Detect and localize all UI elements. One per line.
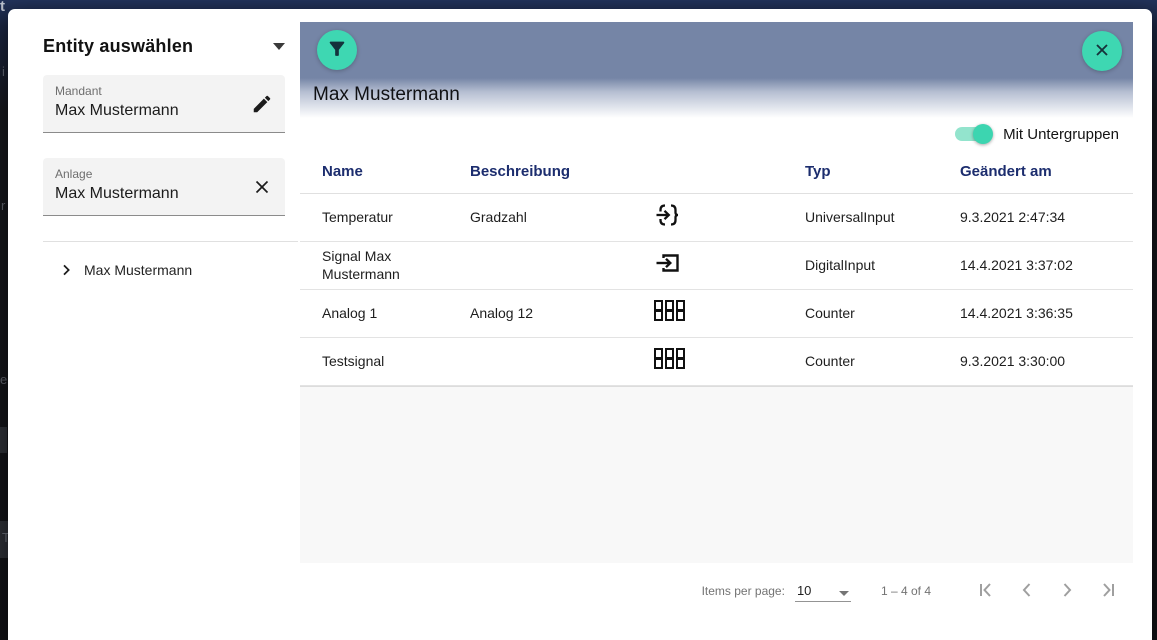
table-row-signal-max-mustermann[interactable]: Signal Max Mustermann DigitalInput 14.4.…: [300, 242, 1133, 290]
backdrop-shape: [0, 427, 7, 453]
edit-pencil-icon: [251, 95, 273, 118]
clear-x-icon: [251, 180, 273, 201]
cell-changed: 14.4.2021 3:37:02: [960, 256, 1073, 273]
cell-description: Gradzahl: [470, 208, 527, 225]
cell-description: Analog 12: [470, 304, 534, 321]
mandant-field-label: Mandant: [55, 84, 102, 98]
backdrop-text-fragment: i: [2, 64, 5, 79]
anlage-field-label: Anlage: [55, 167, 93, 181]
untergruppen-toggle-label: Mit Untergruppen: [1003, 125, 1119, 143]
mandant-field-value: Max Mustermann: [55, 102, 179, 119]
items-per-page-value: 10: [796, 583, 812, 598]
counter-888-icon: [645, 347, 805, 376]
paginator-range-label: 1 – 4 of 4: [880, 584, 931, 598]
table-row-testsignal[interactable]: Testsignal Counter 9.3.2021 3:30:00: [300, 338, 1133, 386]
clear-anlage-button[interactable]: [249, 175, 275, 201]
controls-row: Mit Untergruppen: [300, 118, 1133, 150]
input-braces-icon: [645, 200, 805, 235]
caret-down-icon: [838, 591, 849, 596]
next-page-button[interactable]: [1047, 571, 1087, 611]
cell-typ: Counter: [805, 352, 855, 369]
cell-name: Signal Max Mustermann: [322, 248, 400, 282]
input-box-icon: [645, 248, 805, 283]
table-header-row: Name Beschreibung Typ Geändert am: [300, 150, 1133, 194]
signals-panel: Max Mustermann Mit Untergruppen Name Bes…: [300, 22, 1133, 640]
backdrop-text-fragment: r: [1, 198, 6, 213]
entity-sidebar: Entity auswählen Mandant Max Mustermann …: [43, 33, 298, 282]
empty-table-area: [300, 386, 1133, 563]
first-page-button[interactable]: [967, 571, 1007, 611]
sidebar-title: Entity auswählen: [43, 35, 194, 56]
last-page-button[interactable]: [1087, 571, 1127, 611]
tree-item-max-mustermann[interactable]: Max Mustermann: [43, 258, 293, 282]
cell-name: Temperatur: [322, 208, 393, 225]
cell-name: Testsignal: [322, 352, 385, 369]
panel-title: Max Mustermann: [313, 84, 460, 105]
table-row-analog-1[interactable]: Analog 1 Analog 12 Counter 14.4.2021 3:3…: [300, 290, 1133, 338]
cell-typ: UniversalInput: [805, 208, 895, 225]
edit-mandant-button[interactable]: [249, 92, 275, 118]
previous-page-button[interactable]: [1007, 571, 1047, 611]
toggle-thumb: [973, 124, 994, 144]
anlage-field[interactable]: Anlage Max Mustermann: [43, 158, 285, 216]
backdrop-text-fragment: t: [0, 0, 5, 15]
cell-name: Analog 1: [322, 304, 378, 321]
cell-typ: Counter: [805, 304, 855, 321]
items-per-page-label: Items per page:: [701, 584, 785, 598]
untergruppen-toggle[interactable]: [955, 124, 994, 144]
cell-typ: DigitalInput: [805, 256, 876, 273]
column-header-beschreibung: Beschreibung: [470, 163, 571, 180]
cell-changed: 14.4.2021 3:36:35: [960, 304, 1073, 321]
panel-header-bar: [300, 22, 1133, 78]
funnel-icon: [326, 38, 348, 63]
column-header-geaendert-am: Geändert am: [960, 163, 1052, 180]
next-page-icon: [1055, 578, 1079, 605]
dimmed-backdrop: t i r el T Entity auswählen Mandant Max …: [0, 0, 1157, 640]
column-header-typ: Typ: [805, 163, 831, 180]
close-button[interactable]: [1082, 31, 1122, 71]
items-per-page-select[interactable]: 10: [794, 580, 851, 602]
x-icon: [1092, 40, 1112, 63]
cell-changed: 9.3.2021 2:47:34: [960, 208, 1066, 225]
last-page-icon: [1095, 578, 1119, 605]
tree-item-label: Max Mustermann: [84, 262, 193, 278]
anlage-field-value: Max Mustermann: [55, 185, 179, 202]
counter-888-icon: [645, 299, 805, 328]
cell-changed: 9.3.2021 3:30:00: [960, 352, 1066, 369]
chevron-right-icon[interactable]: [58, 262, 74, 278]
sidebar-divider: [43, 241, 298, 242]
entity-select-dialog: Entity auswählen Mandant Max Mustermann …: [8, 9, 1152, 640]
table-row-temperatur[interactable]: Temperatur Gradzahl UniversalInput 9.3.2…: [300, 194, 1133, 242]
mandant-field[interactable]: Mandant Max Mustermann: [43, 75, 285, 133]
backdrop-shape: [0, 521, 8, 558]
paginator: Items per page: 10 1 – 4 of 4: [300, 563, 1133, 619]
first-page-icon: [975, 578, 999, 605]
previous-page-icon: [1015, 578, 1039, 605]
column-header-name: Name: [322, 163, 363, 180]
filter-button[interactable]: [317, 30, 357, 70]
caret-down-icon[interactable]: [273, 42, 285, 50]
